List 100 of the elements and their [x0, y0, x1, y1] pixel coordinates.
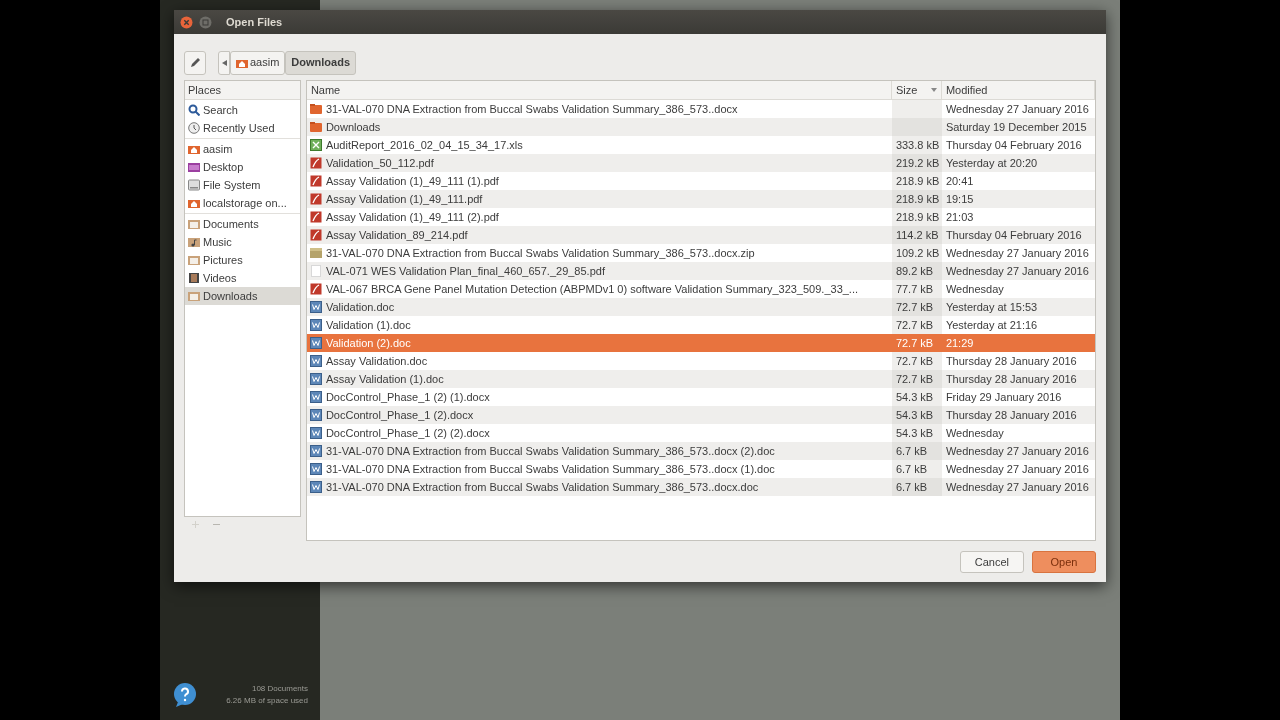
open-button[interactable]: Open	[1032, 551, 1096, 573]
file-modified: Wednesday 27 January 2016	[945, 101, 1089, 117]
file-name: Assay Validation (1)_49_111 (2).pdf	[325, 209, 499, 225]
place-item[interactable]: Documents	[185, 215, 300, 233]
path-button[interactable]: Downloads	[285, 50, 356, 75]
file-modified: Thursday 28 January 2016	[945, 371, 1077, 387]
file-name: Validation (1).doc	[325, 317, 411, 333]
place-item[interactable]: Desktop	[185, 158, 300, 176]
file-row[interactable]: 31-VAL-070 DNA Extraction from Buccal Swabs Validation Summary_386_573..docx.doc 6.7 kB Wednesday 27 January 2016	[306, 478, 1095, 496]
home-folder-icon	[188, 197, 200, 209]
file-modified: Wednesday 27 January 2016	[945, 245, 1089, 261]
file-row[interactable]: Validation_50_112.pdf 219.2 kB Yesterday at 20:20	[306, 154, 1095, 172]
file-modified: Thursday 04 February 2016	[945, 227, 1082, 243]
file-modified: Wednesday	[945, 281, 1004, 297]
left-arrow-icon	[221, 59, 227, 66]
place-item[interactable]: Music	[185, 233, 300, 251]
document-icon	[309, 355, 322, 367]
file-name: 31-VAL-070 DNA Extraction from Buccal Swabs Validation Summary_386_573..docx (1).doc	[325, 461, 775, 477]
file-size: 219.2 kB	[895, 155, 940, 171]
document-icon	[309, 301, 322, 313]
place-item[interactable]: Pictures	[185, 251, 300, 269]
place-item[interactable]: File System	[185, 176, 300, 194]
folder-icon	[309, 121, 322, 133]
folder-icon	[309, 103, 322, 115]
file-modified: Yesterday at 20:20	[945, 155, 1038, 171]
file-name: Assay Validation.doc	[325, 353, 428, 369]
file-name: Validation_50_112.pdf	[325, 155, 434, 171]
file-row[interactable]: Assay Validation (1).doc 72.7 kB Thursday 28 January 2016	[306, 370, 1095, 388]
file-modified: 19:15	[945, 191, 974, 207]
file-row[interactable]: Assay Validation (1)_49_111.pdf 218.9 kB 19:15	[306, 190, 1095, 208]
file-size: 6.7 kB	[895, 461, 928, 477]
search-icon	[188, 104, 200, 116]
document-icon	[309, 427, 322, 439]
place-item[interactable]: Recently Used	[185, 119, 300, 137]
cancel-button[interactable]: Cancel	[959, 551, 1024, 573]
close-icon[interactable]	[180, 15, 193, 29]
place-item[interactable]: Downloads	[185, 287, 300, 305]
column-header[interactable]: Name	[306, 81, 892, 99]
file-modified: Yesterday at 15:53	[945, 299, 1038, 315]
column-header[interactable]: Size	[891, 81, 942, 99]
document-icon	[309, 319, 322, 331]
file-modified: Wednesday 27 January 2016	[945, 461, 1089, 477]
file-name: Validation (2).doc	[325, 335, 411, 351]
home-folder-icon	[188, 143, 200, 155]
file-row[interactable]: DocControl_Phase_1 (2).docx 54.3 kB Thursday 28 January 2016	[306, 406, 1095, 424]
document-icon	[309, 409, 322, 421]
blank-file-icon	[309, 265, 322, 277]
place-item[interactable]: aasim	[185, 140, 300, 158]
video-folder-icon	[188, 272, 200, 284]
file-size: 54.3 kB	[895, 425, 934, 441]
file-modified: Thursday 28 January 2016	[945, 353, 1077, 369]
pdf-icon	[309, 229, 322, 241]
file-row[interactable]: Validation.doc 72.7 kB Yesterday at 15:53	[306, 298, 1095, 316]
place-item[interactable]: Videos	[185, 269, 300, 287]
maximize-icon[interactable]	[199, 15, 212, 29]
file-size: 54.3 kB	[895, 407, 934, 423]
document-icon	[309, 445, 322, 457]
file-size: 77.7 kB	[895, 281, 934, 297]
file-size: 72.7 kB	[895, 299, 934, 315]
file-modified: Wednesday 27 January 2016	[945, 443, 1089, 459]
file-row[interactable]: Assay Validation_89_214.pdf 114.2 kB Thursday 04 February 2016	[306, 226, 1095, 244]
file-modified: Saturday 19 December 2015	[945, 119, 1087, 135]
file-modified: Thursday 28 January 2016	[945, 407, 1077, 423]
back-button[interactable]	[218, 50, 230, 75]
file-size: 114.2 kB	[895, 227, 939, 243]
file-name: DocControl_Phase_1 (2).docx	[325, 407, 474, 423]
file-size: 109.2 kB	[895, 245, 940, 261]
file-name: 31-VAL-070 DNA Extraction from Buccal Swabs Validation Summary_386_573..docx (2).doc	[325, 443, 775, 459]
file-name: Assay Validation_89_214.pdf	[325, 227, 468, 243]
file-size: 218.9 kB	[895, 209, 940, 225]
file-name: VAL-067 BRCA Gene Panel Mutation Detection (ABPMDv1 0) software Validation Summary_323_509._33_...	[325, 281, 859, 297]
place-item[interactable]: Search	[185, 101, 300, 119]
file-name: AuditReport_2016_02_04_15_34_17.xls	[325, 137, 523, 153]
edit-location-button[interactable]	[184, 50, 206, 75]
file-name: Assay Validation (1)_49_111.pdf	[325, 191, 483, 207]
file-row[interactable]: VAL-071 WES Validation Plan_final_460_657._29_85.pdf 89.2 kB Wednesday 27 January 2016	[306, 262, 1095, 280]
spreadsheet-icon	[309, 139, 322, 151]
music-folder-icon	[188, 236, 200, 248]
path-button[interactable]: aasim	[230, 50, 286, 75]
pdf-icon	[309, 283, 322, 295]
document-icon	[309, 373, 322, 385]
help-icon[interactable]	[172, 682, 198, 708]
folder-icon	[188, 290, 200, 302]
file-size: 72.7 kB	[895, 353, 934, 369]
column-header[interactable]: Modified	[941, 81, 1095, 99]
file-name: Downloads	[325, 119, 381, 135]
file-name: Validation.doc	[325, 299, 395, 315]
drive-icon	[188, 179, 200, 191]
file-size: 54.3 kB	[895, 389, 934, 405]
pdf-icon	[309, 193, 322, 205]
place-item[interactable]: localstorage on...	[185, 194, 300, 212]
file-modified: Yesterday at 21:16	[945, 317, 1038, 333]
file-row[interactable]: 31-VAL-070 DNA Extraction from Buccal Swabs Validation Summary_386_573..docx (2).doc 6.7 kB Wednesday 27 January 2016	[306, 442, 1095, 460]
file-row[interactable]: Downloads Saturday 19 December 2015	[306, 118, 1095, 136]
file-modified: 21:03	[945, 209, 974, 225]
desktop-icon	[188, 161, 200, 173]
file-name: Assay Validation (1).doc	[325, 371, 444, 387]
file-size: 72.7 kB	[895, 335, 934, 351]
file-name: DocControl_Phase_1 (2) (1).docx	[325, 389, 490, 405]
file-size: 218.9 kB	[895, 191, 940, 207]
